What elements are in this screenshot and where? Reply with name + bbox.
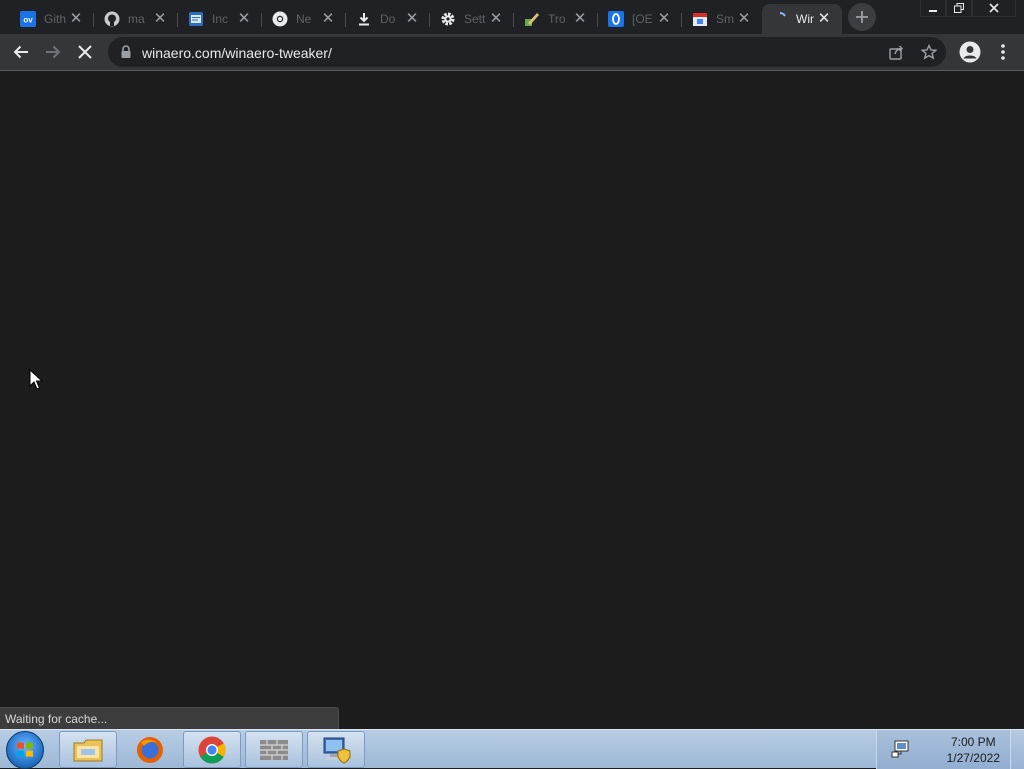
- stop-icon: [78, 45, 92, 59]
- firefox-icon: [137, 736, 163, 763]
- close-icon[interactable]: ✕: [320, 11, 336, 27]
- taskbar: 7:00 PM 1/27/2022: [0, 729, 1024, 769]
- tab-title: ma: [128, 12, 145, 26]
- svg-text:ov: ov: [23, 16, 33, 25]
- internet-explorer-icon: [188, 11, 204, 27]
- store-icon: [692, 11, 708, 27]
- ov-icon: ov: [20, 11, 36, 27]
- chrome-icon: [272, 11, 288, 27]
- address-bar[interactable]: winaero.com/winaero-tweaker/: [108, 37, 946, 67]
- tab-title: Tro: [548, 12, 566, 26]
- close-icon[interactable]: ✕: [488, 11, 504, 27]
- network-status-icon[interactable]: [891, 740, 911, 763]
- tab-settings[interactable]: Sett ✕: [430, 4, 514, 34]
- forward-button[interactable]: [38, 37, 68, 67]
- tab-title: Gith: [44, 12, 67, 26]
- back-arrow-icon: [13, 45, 28, 59]
- restore-button[interactable]: [946, 0, 972, 17]
- avatar-icon: [959, 41, 981, 63]
- tab-title: [OE: [632, 12, 653, 26]
- tab-inc[interactable]: Inc ✕: [178, 4, 262, 34]
- windows-logo-icon: [17, 742, 33, 757]
- bookmark-star-icon[interactable]: [920, 43, 938, 65]
- close-icon[interactable]: ✕: [68, 11, 84, 27]
- clock-time: 7:00 PM: [950, 735, 996, 749]
- taskbar-chrome[interactable]: [183, 731, 241, 768]
- tab-title: Inc: [212, 12, 229, 26]
- firewall-icon: [260, 739, 288, 760]
- mouse-pointer-icon: [29, 369, 43, 390]
- forward-arrow-icon: [46, 45, 61, 59]
- github-icon: [104, 11, 120, 27]
- new-tab-button[interactable]: [848, 3, 876, 31]
- show-desktop-button[interactable]: [1010, 730, 1024, 769]
- clock-date: 1/27/2022: [946, 751, 1000, 765]
- tab-strip: ov Gith ✕ ma ✕ Inc ✕ Ne ✕ Do ✕ Sett ✕ Tr…: [0, 0, 1024, 34]
- tab-oe[interactable]: [OE ✕: [598, 4, 682, 34]
- back-button[interactable]: [6, 37, 36, 67]
- url-text: winaero.com/winaero-tweaker/: [142, 45, 332, 61]
- tab-github[interactable]: ov Gith ✕: [10, 4, 94, 34]
- tab-title: Ne: [296, 12, 312, 26]
- window-controls: [920, 0, 1016, 18]
- share-icon[interactable]: [888, 44, 904, 65]
- close-icon[interactable]: ✕: [236, 11, 252, 27]
- start-button[interactable]: [6, 731, 44, 769]
- page-viewport[interactable]: [0, 71, 1024, 729]
- loading-spinner-icon: [772, 11, 788, 27]
- kebab-menu-icon: [1001, 44, 1005, 60]
- system-tray: 7:00 PM 1/27/2022: [876, 730, 1024, 769]
- close-icon[interactable]: ✕: [736, 11, 752, 27]
- tab-downloads[interactable]: Do ✕: [346, 4, 430, 34]
- stop-loading-button[interactable]: [70, 37, 100, 67]
- tweaker-icon: [524, 11, 540, 27]
- close-icon[interactable]: ✕: [656, 11, 672, 27]
- status-text: Waiting for cache...: [5, 712, 108, 726]
- close-icon: [989, 3, 999, 13]
- taskbar-firewall[interactable]: [245, 731, 303, 768]
- download-icon: [356, 11, 372, 27]
- profile-button[interactable]: [955, 37, 985, 67]
- tab-ne[interactable]: Ne ✕: [262, 4, 346, 34]
- close-icon[interactable]: ✕: [152, 11, 168, 27]
- gear-icon: [440, 11, 456, 27]
- taskbar-file-explorer[interactable]: [59, 731, 117, 768]
- browser-menu-button[interactable]: [988, 37, 1018, 67]
- taskbar-network-computer[interactable]: [307, 731, 365, 768]
- clock[interactable]: 7:00 PM 1/27/2022: [947, 734, 1000, 766]
- tab-winaero-active[interactable]: Win ✕: [762, 4, 842, 34]
- lock-icon: [120, 45, 132, 64]
- taskbar-firefox[interactable]: [121, 731, 179, 768]
- close-window-button[interactable]: [972, 0, 1016, 17]
- close-icon[interactable]: ✕: [572, 11, 588, 27]
- restore-icon: [954, 3, 964, 13]
- file-explorer-icon: [73, 739, 103, 761]
- minimize-button[interactable]: [920, 0, 946, 17]
- opera-icon: [608, 11, 624, 27]
- status-bubble: Waiting for cache...: [0, 707, 339, 729]
- close-icon[interactable]: ✕: [404, 11, 420, 27]
- browser-toolbar: winaero.com/winaero-tweaker/: [0, 34, 1024, 71]
- tab-title: Win: [796, 12, 814, 26]
- tab-sm[interactable]: Sm ✕: [682, 4, 762, 34]
- plus-icon: [856, 11, 868, 23]
- tab-title: Do: [380, 12, 396, 26]
- network-computer-icon: [323, 737, 351, 764]
- minimize-icon: [929, 10, 937, 12]
- chrome-icon: [198, 736, 226, 764]
- tab-tro[interactable]: Tro ✕: [514, 4, 598, 34]
- tab-ma[interactable]: ma ✕: [94, 4, 178, 34]
- close-icon[interactable]: ✕: [816, 11, 832, 27]
- tab-title: Sett: [464, 12, 486, 26]
